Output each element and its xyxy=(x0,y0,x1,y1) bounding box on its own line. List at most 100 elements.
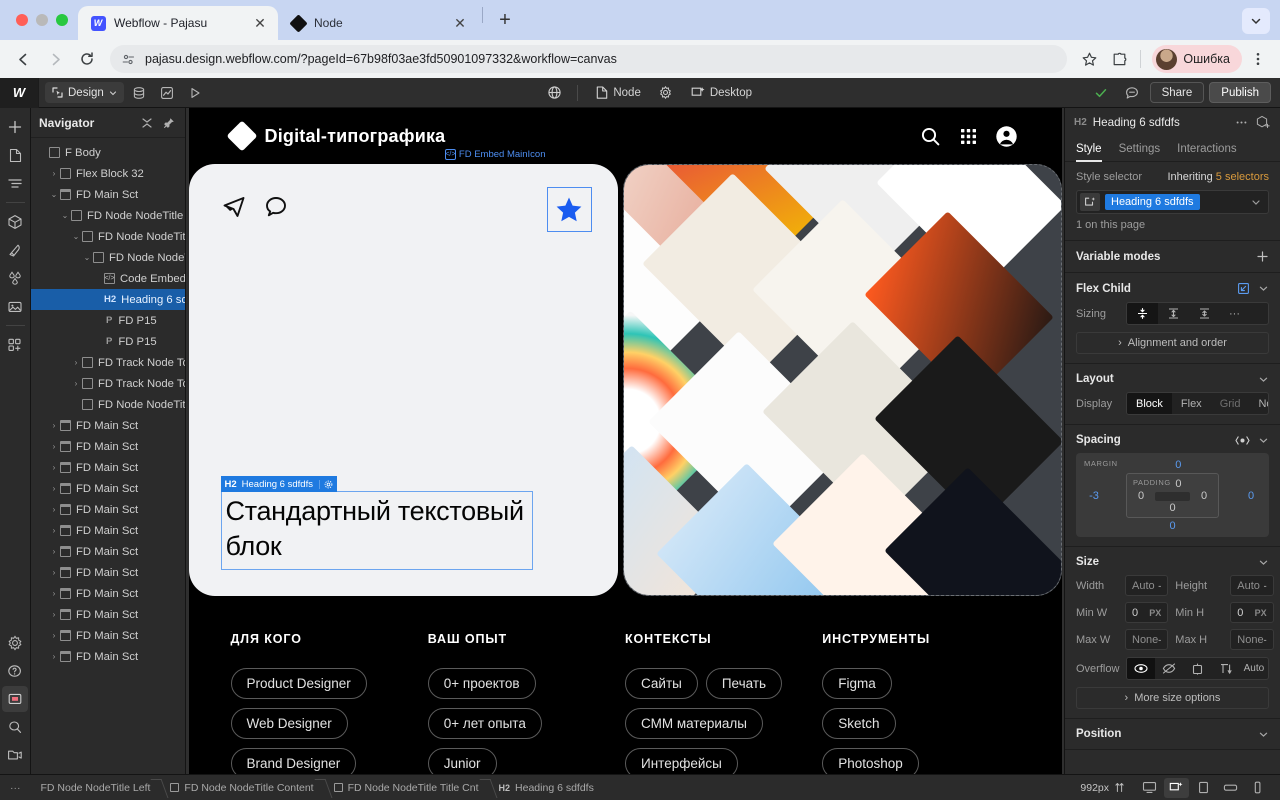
navigator-tree-item[interactable]: FD Node NodeTitle Rig xyxy=(31,394,185,415)
chevron-down-icon[interactable] xyxy=(1258,435,1269,446)
max-height-input[interactable]: None - xyxy=(1230,629,1274,650)
tag-chip[interactable]: Sketch xyxy=(822,708,896,739)
chevron-down-icon[interactable] xyxy=(1251,197,1265,207)
breakpoint-selector[interactable]: Desktop xyxy=(683,82,760,104)
navigator-icon[interactable] xyxy=(2,170,28,196)
tag-chip[interactable]: Photoshop xyxy=(822,748,919,774)
hero-collage-image[interactable] xyxy=(622,164,1062,596)
overflow-auto-button[interactable]: Auto xyxy=(1240,658,1268,679)
overflow-scroll-icon[interactable] xyxy=(1183,658,1211,679)
display-flex-button[interactable]: Flex xyxy=(1172,393,1211,414)
display-block-button[interactable]: Block xyxy=(1127,393,1172,414)
variables-drops-icon[interactable] xyxy=(2,265,28,291)
overflow-auto-icon[interactable] xyxy=(1212,658,1240,679)
chevron-down-icon[interactable] xyxy=(1258,374,1269,385)
browser-tab-node[interactable]: Node ✕ xyxy=(278,6,478,40)
breakpoint-tablet-icon[interactable] xyxy=(1191,778,1216,798)
apps-icon[interactable] xyxy=(2,332,28,358)
navigator-tree-item[interactable]: ⌄ FD Node NodeTitle Left xyxy=(31,205,185,226)
kebab-menu-icon[interactable] xyxy=(1244,45,1272,73)
twisty-icon[interactable]: › xyxy=(48,463,60,472)
twisty-icon[interactable]: › xyxy=(48,505,60,514)
star-embed-element[interactable] xyxy=(546,187,592,232)
back-arrow-icon[interactable] xyxy=(8,44,38,74)
create-component-icon[interactable] xyxy=(1255,114,1271,130)
width-input[interactable]: Auto - xyxy=(1125,575,1169,596)
site-settings-icon[interactable] xyxy=(120,51,137,68)
style-assets-icon[interactable] xyxy=(2,237,28,263)
navigator-tree-item[interactable]: › FD Main Sct xyxy=(31,604,185,625)
twisty-icon[interactable]: › xyxy=(48,526,60,535)
navigator-tree-item[interactable]: › FD Track Node Top xyxy=(31,352,185,373)
cms-icon[interactable] xyxy=(126,82,152,104)
selector-chip[interactable]: Heading 6 sdfdfs xyxy=(1105,194,1200,210)
min-height-input[interactable]: 0 PX xyxy=(1230,602,1274,623)
navigator-tree-item[interactable]: H2 Heading 6 sdfdfs xyxy=(31,289,185,310)
navigator-tree-item[interactable]: ⌄ FD Node NodeTitle Titl xyxy=(31,247,185,268)
padding-left-value[interactable]: 0 xyxy=(1133,490,1149,502)
more-size-options-button[interactable]: › More size options xyxy=(1076,687,1269,709)
star-icon[interactable] xyxy=(1075,45,1103,73)
twisty-icon[interactable]: › xyxy=(48,547,60,556)
tag-chip[interactable]: Figma xyxy=(822,668,892,699)
display-grid-button[interactable]: Grid xyxy=(1211,393,1250,414)
overflow-hidden-icon[interactable] xyxy=(1155,658,1183,679)
folders-icon[interactable] xyxy=(2,742,28,768)
globe-icon[interactable] xyxy=(541,82,567,104)
navigator-tree-item[interactable]: › FD Track Node Top xyxy=(31,373,185,394)
padding-right-value[interactable]: 0 xyxy=(1196,490,1212,502)
twisty-icon[interactable]: › xyxy=(48,631,60,640)
min-width-input[interactable]: 0 PX xyxy=(1125,602,1169,623)
navigator-tree-item[interactable]: › FD Main Sct xyxy=(31,457,185,478)
breakpoint-mobile-portrait-icon[interactable] xyxy=(1245,778,1270,798)
max-width-input[interactable]: None - xyxy=(1125,629,1169,650)
navigator-tree-item[interactable]: › FD Main Sct xyxy=(31,415,185,436)
sizing-more-button[interactable]: ··· xyxy=(1220,303,1249,324)
more-options-icon[interactable] xyxy=(1233,114,1249,130)
navigator-tree-item[interactable]: F Body xyxy=(31,142,185,163)
search-icon[interactable] xyxy=(918,123,944,149)
padding-bottom-value[interactable]: 0 xyxy=(1133,502,1212,514)
account-avatar-icon[interactable] xyxy=(994,123,1020,149)
sizing-grow-button[interactable] xyxy=(1158,303,1189,324)
twisty-icon[interactable]: ⌄ xyxy=(59,211,71,220)
breadcrumb-item[interactable]: H2 Heading 6 sdfdfs xyxy=(489,775,604,800)
pages-icon[interactable] xyxy=(2,142,28,168)
navigator-tree-item[interactable]: › FD Main Sct xyxy=(31,625,185,646)
margin-right-value[interactable]: 0 xyxy=(1241,490,1261,502)
tag-chip[interactable]: Brand Designer xyxy=(230,748,357,774)
breakpoint-switcher[interactable] xyxy=(1137,777,1280,798)
navigator-tree-item[interactable]: P FD P15 xyxy=(31,310,185,331)
breadcrumb-overflow-button[interactable]: ··· xyxy=(0,782,31,794)
new-tab-button[interactable]: + xyxy=(491,6,519,34)
chevron-down-icon[interactable] xyxy=(1258,729,1269,740)
twisty-icon[interactable]: › xyxy=(48,442,60,451)
twisty-icon[interactable]: ⌄ xyxy=(48,190,60,199)
address-bar[interactable]: pajasu.design.webflow.com/?pageId=67b98f… xyxy=(110,45,1068,73)
gear-icon[interactable] xyxy=(318,479,333,489)
navigator-tree-item[interactable]: › Flex Block 32 xyxy=(31,163,185,184)
navigator-tree-item[interactable]: › FD Main Sct xyxy=(31,499,185,520)
comments-icon[interactable] xyxy=(1119,82,1145,104)
twisty-icon[interactable]: ⌄ xyxy=(81,253,93,262)
pin-icon[interactable] xyxy=(161,115,177,131)
navigator-tree-item[interactable]: P FD P15 xyxy=(31,331,185,352)
puzzle-icon[interactable] xyxy=(1105,45,1133,73)
collapse-all-icon[interactable] xyxy=(139,115,155,131)
canvas-width-indicator[interactable]: 992px xyxy=(1080,782,1137,794)
navigator-tree-item[interactable]: ⌄ FD Node NodeTitle Cont xyxy=(31,226,185,247)
padding-top-value[interactable]: 0 xyxy=(1145,478,1212,490)
minimize-window-button[interactable] xyxy=(36,14,48,26)
browser-tab-webflow[interactable]: W Webflow - Pajasu ✕ xyxy=(78,6,278,40)
breakpoint-mobile-landscape-icon[interactable] xyxy=(1218,778,1243,798)
share-button[interactable]: Share xyxy=(1149,82,1205,103)
style-panel-tabs[interactable]: Style Settings Interactions xyxy=(1065,136,1280,162)
page-selector[interactable]: Node xyxy=(588,82,649,104)
twisty-icon[interactable]: › xyxy=(48,421,60,430)
maximize-window-button[interactable] xyxy=(56,14,68,26)
analytics-icon[interactable] xyxy=(154,82,180,104)
twisty-icon[interactable]: › xyxy=(48,484,60,493)
tag-chip[interactable]: 0+ лет опыта xyxy=(427,708,542,739)
webflow-logo-icon[interactable]: W xyxy=(0,77,38,108)
hero-left-card[interactable]: </> FD Embed MainIcon H2 Heading 6 sdfdf… xyxy=(188,149,618,596)
